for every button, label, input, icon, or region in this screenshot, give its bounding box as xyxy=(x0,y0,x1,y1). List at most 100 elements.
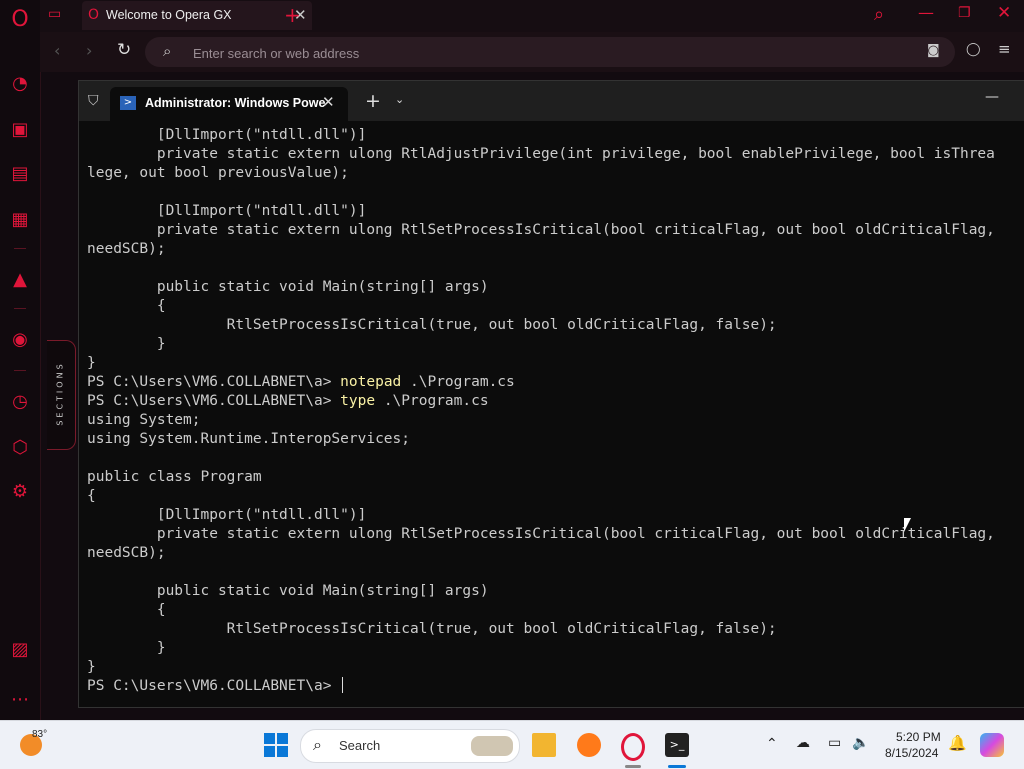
weather-temp: 83° xyxy=(32,729,48,740)
terminal-taskbar-icon[interactable]: >_ xyxy=(665,733,689,757)
clock-date[interactable]: 8/15/2024 xyxy=(885,746,938,760)
browser-tab[interactable]: O Welcome to Opera GX ✕ xyxy=(82,1,312,30)
gx-control-icon[interactable]: ▦ xyxy=(8,208,32,232)
terminal-line: public static void Main(string[] args) xyxy=(87,279,489,295)
terminal-line: RtlSetProcessIsCritical(true, out bool o… xyxy=(87,621,777,637)
terminal-tab[interactable]: > Administrator: Windows Powe ✕ xyxy=(110,87,348,121)
terminal-line: using System.Runtime.InteropServices; xyxy=(87,431,411,447)
twitch-icon[interactable]: ▤ xyxy=(8,162,32,186)
search-icon: ⌕ xyxy=(163,42,172,60)
reload-icon[interactable]: ↻ xyxy=(117,40,131,60)
sidebar-divider xyxy=(14,308,26,309)
terminal-line: needSCB); xyxy=(87,241,166,257)
opera-tab-icon: O xyxy=(88,7,100,23)
terminal-line: } xyxy=(87,640,166,656)
terminal-line: public class Program xyxy=(87,469,262,485)
text-cursor xyxy=(342,677,344,693)
search-highlight-icon xyxy=(471,736,513,756)
close-window-icon[interactable]: ✕ xyxy=(997,3,1011,23)
terminal-minimize-icon[interactable]: — xyxy=(985,89,999,105)
terminal-line: public static void Main(string[] args) xyxy=(87,583,489,599)
profile-icon[interactable]: ◯ xyxy=(966,42,981,57)
new-tab-icon[interactable]: + xyxy=(284,3,301,27)
sidebar-divider xyxy=(14,248,26,249)
terminal-line: { xyxy=(87,602,166,618)
sections-label: SECTIONS xyxy=(55,361,65,426)
taskbar-search-icon: ⌕ xyxy=(313,735,322,754)
terminal-line: lege, out bool previousValue); xyxy=(87,165,349,181)
terminal-prompt-line: PS C:\Users\VM6.COLLABNET\a> xyxy=(87,677,1023,696)
bag-icon[interactable]: ▣ xyxy=(8,118,32,142)
opera-gx-taskbar-icon[interactable] xyxy=(621,733,645,761)
network-icon[interactable]: ▭ xyxy=(828,734,841,751)
search-tabs-icon[interactable]: ⌕ xyxy=(874,4,884,25)
camera-icon[interactable]: ◙ xyxy=(927,43,940,58)
windows-taskbar: 83° ⌕ Search >_ ⌃ ☁ ▭ 🔈 5:20 PM 8/15/202… xyxy=(0,720,1024,769)
powershell-icon: > xyxy=(120,96,136,110)
terminal-line: } xyxy=(87,336,166,352)
chevron-down-icon[interactable]: ⌄ xyxy=(395,93,404,106)
terminal-titlebar: ⛉ > Administrator: Windows Powe ✕ + ⌄ — xyxy=(79,81,1024,121)
clock-time[interactable]: 5:20 PM xyxy=(896,730,941,744)
terminal-new-tab-icon[interactable]: + xyxy=(365,90,381,112)
terminal-output[interactable]: [DllImport("ntdll.dll")] private static … xyxy=(87,126,1023,701)
terminal-line: private static extern ulong RtlSetProces… xyxy=(87,222,995,238)
firefox-icon[interactable] xyxy=(577,733,601,757)
start-windows-icon[interactable] xyxy=(264,733,288,757)
sidebar-divider xyxy=(14,370,26,371)
taskbar-search-label: Search xyxy=(339,738,381,753)
terminal-window: ⛉ > Administrator: Windows Powe ✕ + ⌄ — … xyxy=(78,80,1024,708)
volume-icon[interactable]: 🔈 xyxy=(852,734,869,751)
terminal-line: private static extern ulong RtlAdjustPri… xyxy=(87,146,995,162)
minimize-icon[interactable]: — xyxy=(918,3,934,22)
menu-icon[interactable]: ≡ xyxy=(998,40,1011,58)
command-name: notepad xyxy=(340,374,402,390)
terminal-line: private static extern ulong RtlSetProces… xyxy=(87,526,995,542)
opera-sidebar: O ◔ ▣ ▤ ▦ ▲ ◉ ◷ ⬡ ⚙ ▨ ⋯ xyxy=(0,0,41,720)
back-icon[interactable]: ‹ xyxy=(54,41,60,60)
tray-chevron-up-icon[interactable]: ⌃ xyxy=(766,735,778,752)
settings-gear-icon[interactable]: ⚙ xyxy=(8,480,32,504)
terminal-line: RtlSetProcessIsCritical(true, out bool o… xyxy=(87,317,777,333)
terminal-line: } xyxy=(87,659,96,675)
onedrive-icon[interactable]: ☁ xyxy=(796,734,810,751)
terminal-line: needSCB); xyxy=(87,545,166,561)
copilot-icon[interactable] xyxy=(980,733,1004,757)
terminal-line: { xyxy=(87,298,166,314)
command-args: .\Program.cs xyxy=(401,374,515,390)
address-field[interactable]: ⌕ ◙ xyxy=(145,37,955,69)
terminal-prompt-line: PS C:\Users\VM6.COLLABNET\a> type .\Prog… xyxy=(87,392,1023,411)
workspace-icon[interactable]: ▭ xyxy=(48,6,68,26)
terminal-line: [DllImport("ntdll.dll")] xyxy=(87,203,367,219)
tab-title: Welcome to Opera GX xyxy=(106,8,232,22)
terminal-line: { xyxy=(87,488,96,504)
more-icon[interactable]: ⋯ xyxy=(8,688,32,712)
history-icon[interactable]: ◷ xyxy=(8,390,32,414)
extensions-cube-icon[interactable]: ⬡ xyxy=(8,436,32,460)
restore-icon[interactable]: ❐ xyxy=(958,5,971,21)
shield-icon: ⛉ xyxy=(88,93,99,109)
sections-tab[interactable]: SECTIONS xyxy=(47,340,76,450)
terminal-line: using System; xyxy=(87,412,201,428)
terminal-prompt-line: PS C:\Users\VM6.COLLABNET\a> notepad .\P… xyxy=(87,373,1023,392)
player-icon[interactable]: ◉ xyxy=(8,328,32,352)
terminal-line: [DllImport("ntdll.dll")] xyxy=(87,127,367,143)
address-input[interactable] xyxy=(191,37,895,69)
command-name: type xyxy=(340,393,376,409)
prompt-text: PS C:\Users\VM6.COLLABNET\a> xyxy=(87,678,341,694)
terminal-line: [DllImport("ntdll.dll")] xyxy=(87,507,367,523)
address-bar-row: ‹ › ↻ ⌕ ◙ ◯ ≡ xyxy=(40,32,1024,72)
aria-icon[interactable]: ▲ xyxy=(8,268,32,292)
speed-dial-icon[interactable]: ◔ xyxy=(8,72,32,96)
terminal-tab-title: Administrator: Windows Powe xyxy=(145,96,326,110)
browser-tab-bar: ▭ O Welcome to Opera GX ✕ + ⌕ — ❐ ✕ xyxy=(40,0,1024,32)
forward-icon[interactable]: › xyxy=(86,41,92,60)
terminal-tab-close-icon[interactable]: ✕ xyxy=(322,93,335,111)
file-explorer-icon[interactable] xyxy=(532,733,556,757)
gallery-icon[interactable]: ▨ xyxy=(8,638,32,662)
notification-bell-icon[interactable]: 🔔 xyxy=(948,734,967,752)
opera-logo-icon[interactable]: O xyxy=(8,8,32,32)
taskbar-search[interactable]: ⌕ Search xyxy=(300,729,520,763)
